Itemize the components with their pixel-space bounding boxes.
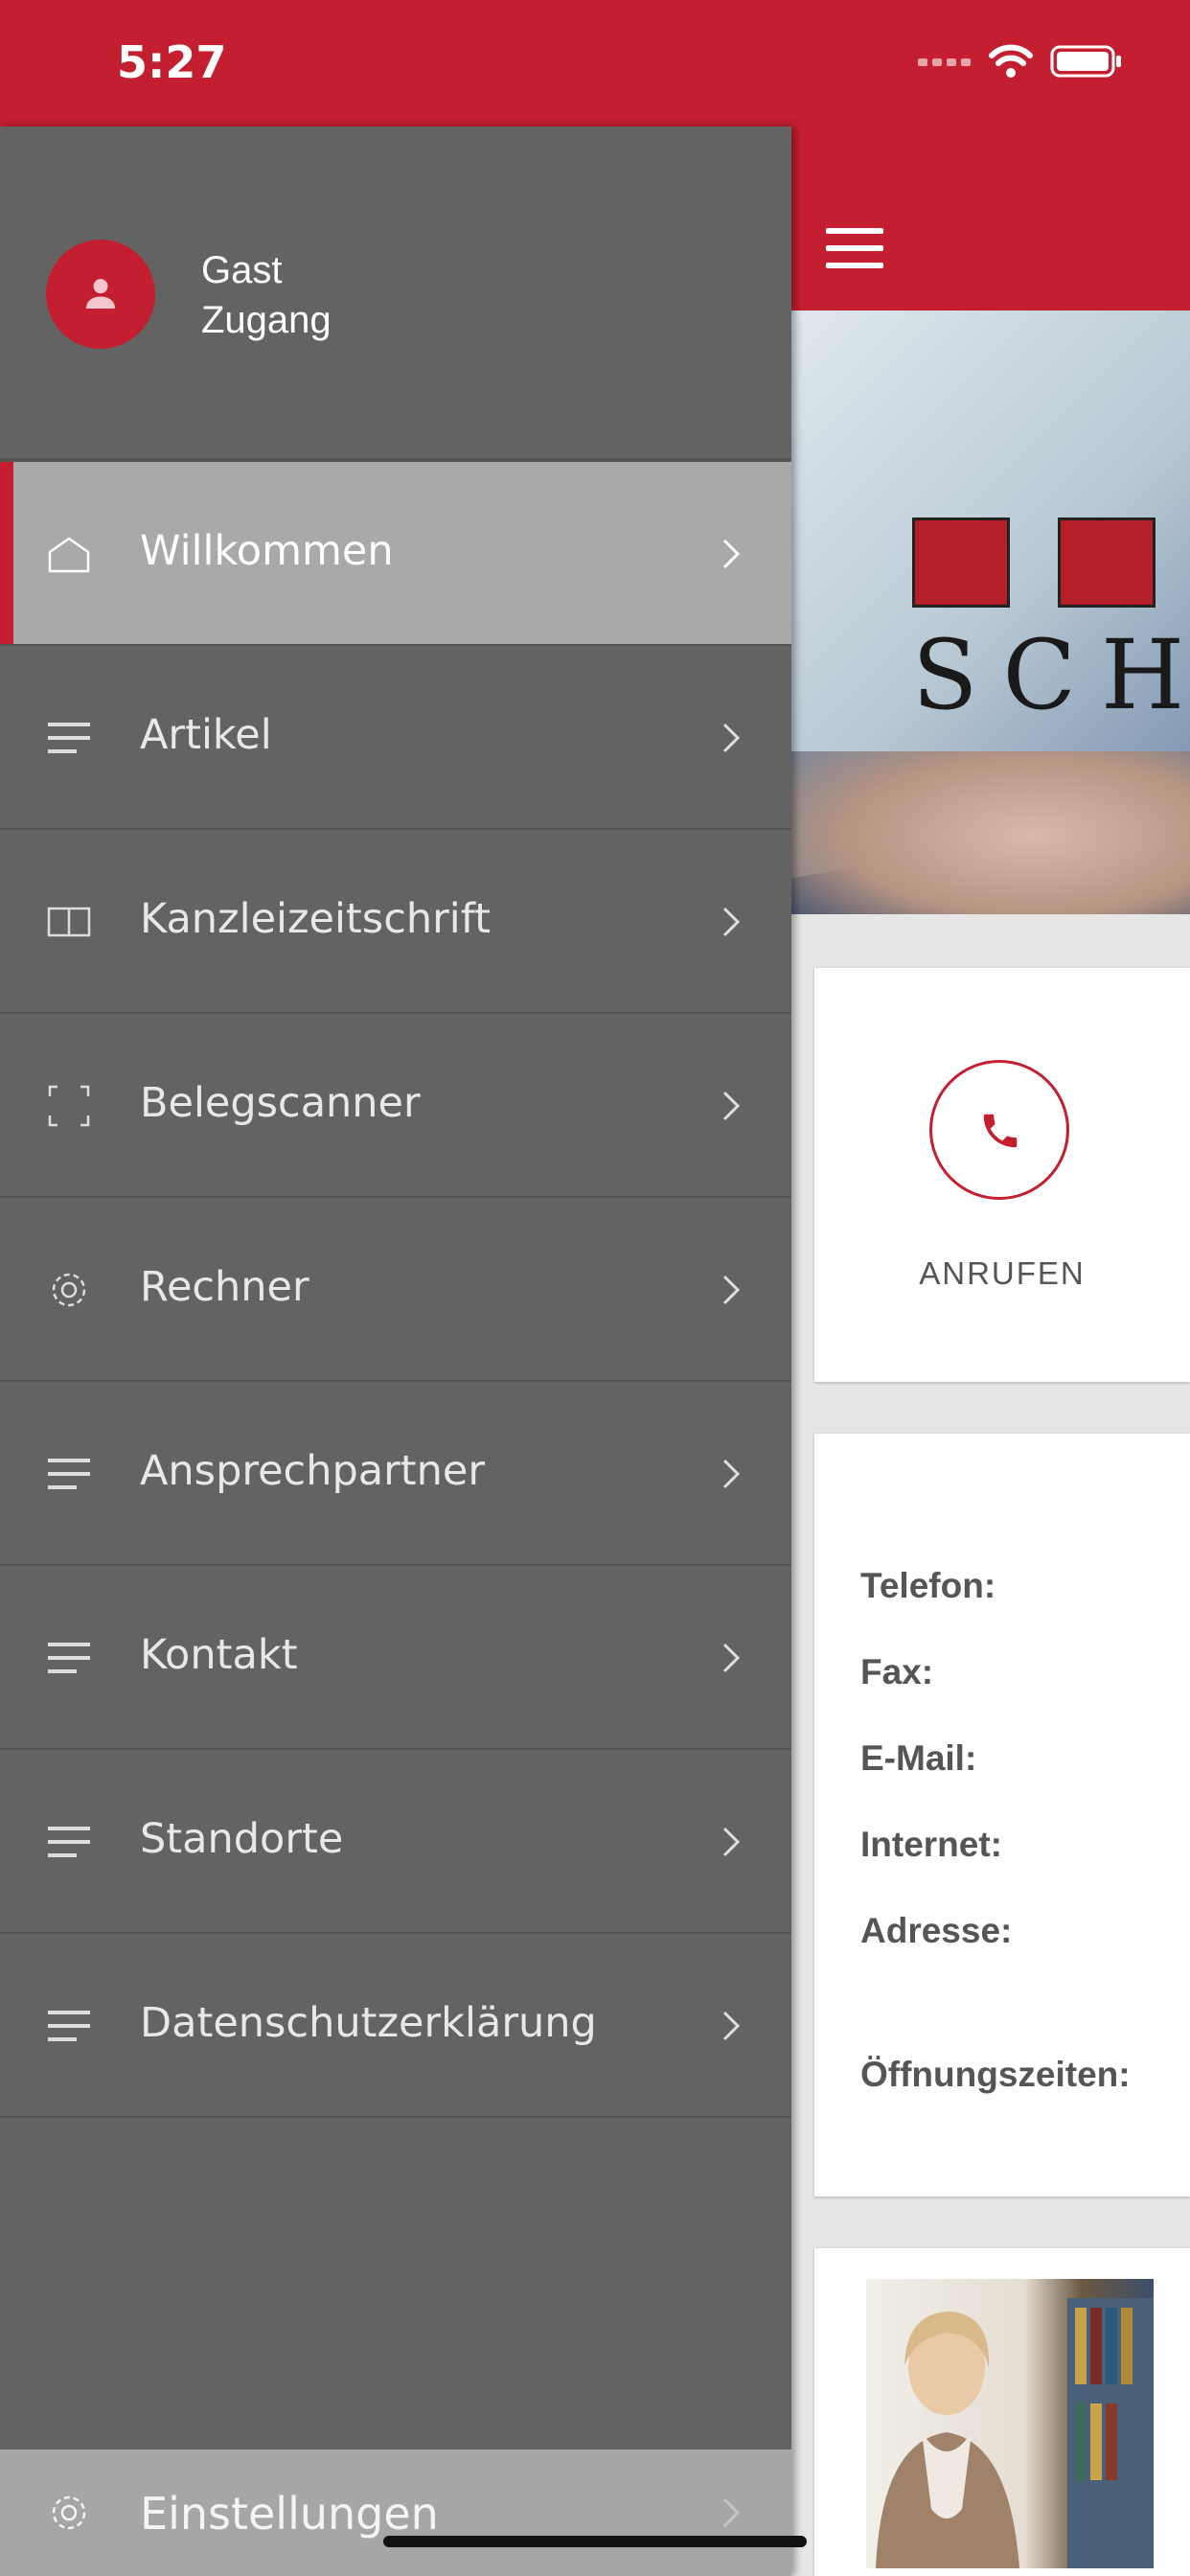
list-icon (48, 1459, 90, 1489)
menu-item-willkommen[interactable]: Willkommen (0, 462, 791, 646)
chevron-right-icon (722, 2011, 741, 2041)
menu-item-kontakt[interactable]: Kontakt (0, 1566, 791, 1750)
user-name-line2: Zugang (201, 299, 332, 341)
gear-icon (52, 1273, 86, 1307)
menu-item-label: Artikel (140, 711, 272, 759)
email-label: E-Mail: (860, 1738, 977, 1778)
call-label: ANRUFEN (919, 1255, 1086, 1291)
menu-item-label: Willkommen (140, 527, 394, 575)
address-label: Adresse: (860, 1911, 1013, 1950)
call-button[interactable] (929, 1060, 1069, 1200)
hero-brand-text: SCHN (912, 619, 1190, 731)
user-name-line1: Gast (201, 249, 283, 291)
scan-icon (48, 1085, 90, 1127)
menu-item-label: Kanzleizeitschrift (140, 895, 491, 943)
internet-label: Internet: (860, 1825, 1002, 1864)
contact-person-card[interactable] (814, 2248, 1190, 2576)
list-icon (48, 2011, 90, 2041)
fax-label: Fax: (860, 1652, 934, 1691)
active-indicator (0, 462, 13, 644)
list-icon (48, 1827, 90, 1857)
status-time: 5:27 (117, 36, 227, 88)
user-name: Gast Zugang (201, 245, 332, 345)
home-indicator[interactable] (383, 2536, 807, 2547)
opening-hours-label: Öffnungszeiten: (860, 2055, 1131, 2094)
battery-icon (1050, 45, 1121, 78)
hero-handshake-image (791, 751, 1190, 914)
globe-logo (912, 518, 1010, 608)
menu-item-label: Ansprechpartner (140, 1447, 486, 1495)
handshake-logo (1058, 518, 1156, 608)
menu-item-datenschutzerklaerung[interactable]: Datenschutzerklärung (0, 1934, 791, 2118)
navigation-drawer: Gast Zugang Willkommen Artikel Kanzleize… (0, 126, 791, 2576)
status-bar: 5:27 (0, 0, 1190, 126)
home-icon (48, 537, 90, 573)
avatar[interactable] (46, 240, 155, 349)
chevron-right-icon (722, 539, 741, 569)
gear-icon (52, 2496, 86, 2530)
phone-label: Telefon: (860, 1566, 996, 1605)
menu-item-label: Standorte (140, 1815, 344, 1863)
menu-item-label: Datenschutzerklärung (140, 1999, 597, 2047)
menu-item-label: Rechner (140, 1263, 309, 1311)
phone-icon (983, 1114, 1018, 1148)
hero-banner: SCHN (791, 310, 1190, 914)
menu-item-einstellungen[interactable]: Einstellungen (0, 2450, 791, 2576)
contact-person-photo (866, 2279, 1154, 2568)
call-card[interactable]: ANRUFEN (814, 968, 1190, 1382)
list-icon (48, 1643, 90, 1673)
cellular-signal-icon (918, 58, 971, 66)
status-icons (918, 44, 1123, 79)
list-icon (48, 723, 90, 753)
chevron-right-icon (722, 1643, 741, 1673)
drawer-header: Gast Zugang (0, 126, 791, 462)
chevron-right-icon (722, 2497, 741, 2528)
app-bar (791, 126, 1190, 310)
chevron-right-icon (722, 1275, 741, 1305)
chevron-right-icon (722, 1827, 741, 1857)
menu-item-label: Belegscanner (140, 1079, 421, 1127)
menu-item-belegscanner[interactable]: Belegscanner (0, 1014, 791, 1198)
menu-item-label: Kontakt (140, 1631, 298, 1679)
menu-item-rechner[interactable]: Rechner (0, 1198, 791, 1382)
hamburger-menu-icon[interactable] (826, 228, 885, 270)
book-icon (47, 907, 91, 937)
main-content: SCHN ANRUFEN Telefon: Fax: E-Mail: Inter… (791, 126, 1190, 2576)
chevron-right-icon (722, 723, 741, 753)
user-icon (86, 279, 115, 309)
menu-item-kanzleizeitschrift[interactable]: Kanzleizeitschrift (0, 830, 791, 1014)
chevron-right-icon (722, 1459, 741, 1489)
wifi-icon (989, 44, 1033, 78)
chevron-right-icon (722, 1091, 741, 1121)
settings-label: Einstellungen (140, 2488, 439, 2540)
contact-info-card: Telefon: Fax: E-Mail: Internet: Adresse:… (814, 1434, 1190, 2196)
chevron-right-icon (722, 907, 741, 937)
menu-item-standorte[interactable]: Standorte (0, 1750, 791, 1934)
menu-item-ansprechpartner[interactable]: Ansprechpartner (0, 1382, 791, 1566)
menu-item-artikel[interactable]: Artikel (0, 646, 791, 830)
